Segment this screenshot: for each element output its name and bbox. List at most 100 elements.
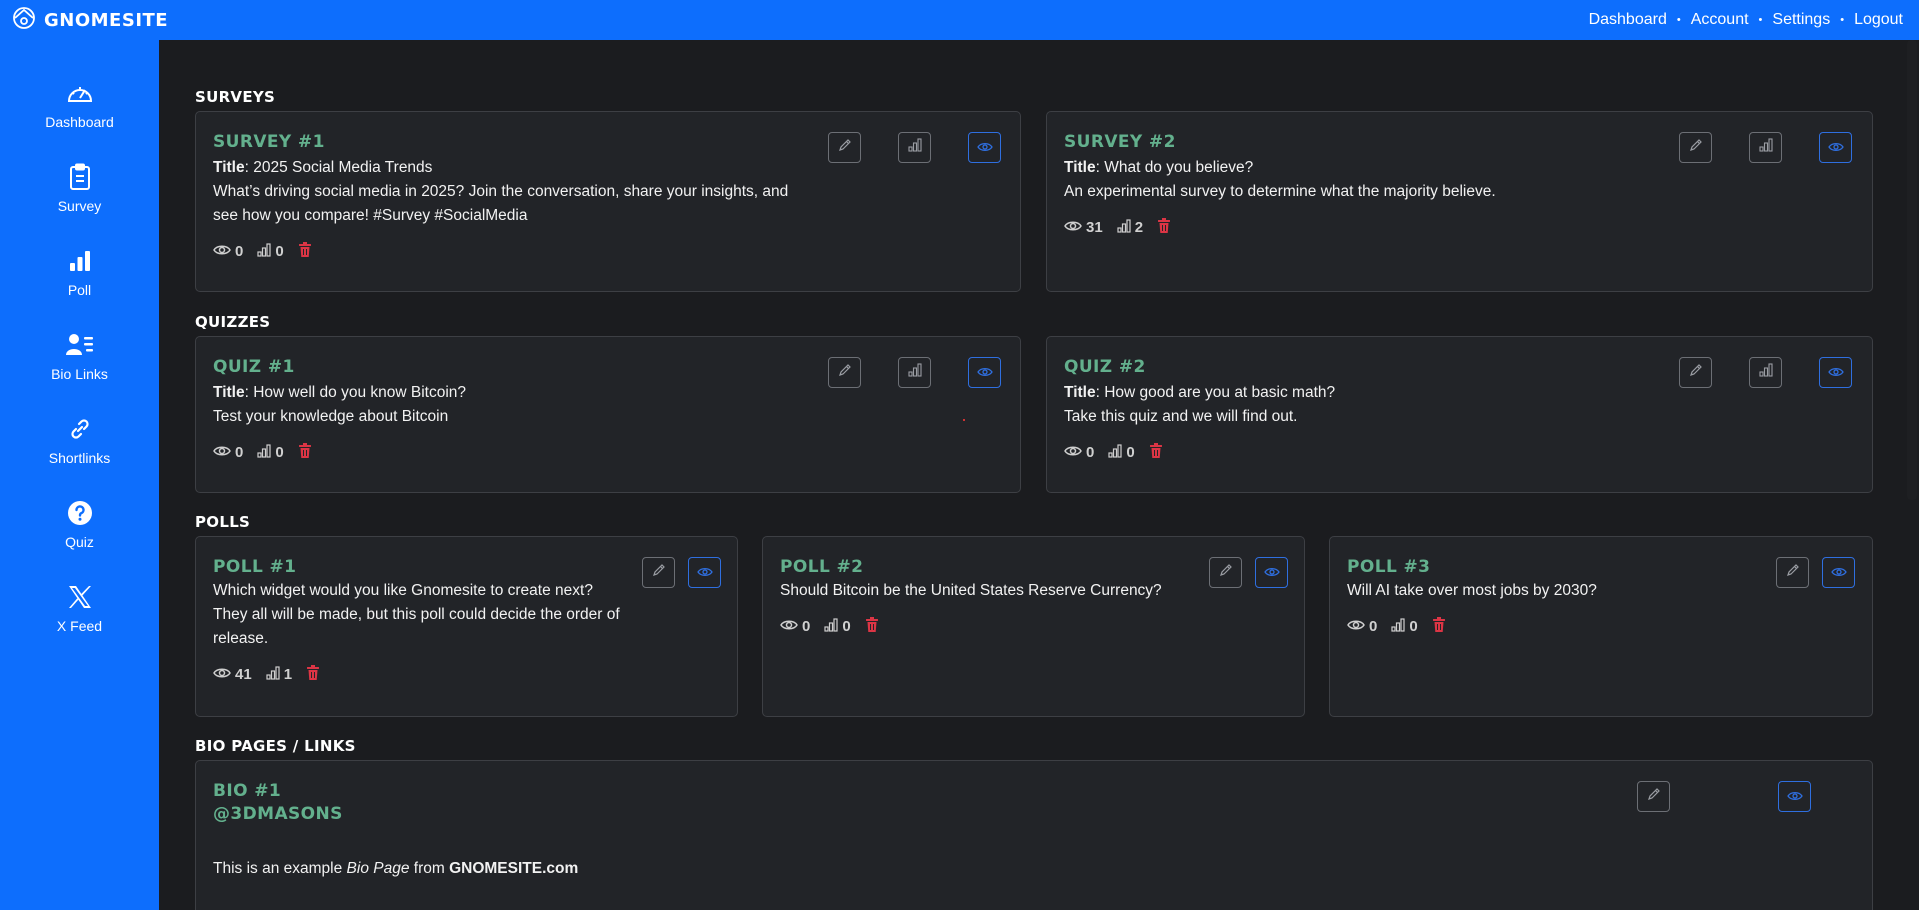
- sidebar-item-x-feed[interactable]: X Feed: [0, 582, 159, 666]
- survey-card: SURVEY #2 Title: What do you believe? An…: [1046, 111, 1873, 292]
- view-button[interactable]: [1778, 781, 1811, 812]
- title-value: : How well do you know Bitcoin?: [244, 384, 467, 401]
- pencil-icon: [1689, 138, 1703, 157]
- bio-text-emphasis: Bio Page: [346, 860, 410, 877]
- view-button[interactable]: [1255, 557, 1288, 588]
- view-button[interactable]: [968, 357, 1001, 388]
- eye-icon: [1064, 219, 1082, 236]
- person-lines-icon: [65, 330, 94, 360]
- views-count: 0: [802, 618, 811, 635]
- trash-icon[interactable]: [298, 443, 312, 462]
- poll-card: POLL #3 Will AI take over most jobs by 2…: [1329, 536, 1873, 717]
- responses-stat: 1: [266, 665, 293, 684]
- sidebar-item-label: Dashboard: [45, 114, 114, 130]
- sidebar: Dashboard Survey Poll Bio Links Shortlin…: [0, 40, 159, 910]
- edit-button[interactable]: [1679, 132, 1712, 163]
- brand[interactable]: GNOMESITE: [12, 6, 168, 35]
- view-button[interactable]: [1822, 557, 1855, 588]
- trash-icon[interactable]: [298, 242, 312, 261]
- trash-icon[interactable]: [306, 665, 320, 684]
- edit-button[interactable]: [828, 357, 861, 388]
- scrollbar-thumb[interactable]: [1907, 40, 1917, 500]
- title-label: Title: [1064, 159, 1096, 176]
- trash-icon[interactable]: [1432, 617, 1446, 636]
- edit-button[interactable]: [1637, 781, 1670, 812]
- pencil-icon: [838, 138, 852, 157]
- edit-button[interactable]: [1776, 557, 1809, 588]
- stats-button[interactable]: [1749, 357, 1782, 388]
- card-actions: [1209, 557, 1288, 588]
- card-description: An experimental survey to determine what…: [1064, 183, 1496, 200]
- eye-icon: [1064, 444, 1082, 461]
- nav-dashboard-link[interactable]: Dashboard: [1589, 11, 1667, 29]
- nav-logout-link[interactable]: Logout: [1854, 11, 1903, 29]
- card-stats: 0 0: [213, 443, 1003, 462]
- trash-icon[interactable]: [865, 617, 879, 636]
- card-actions: [828, 132, 1001, 163]
- sidebar-item-label: Quiz: [65, 534, 94, 550]
- sidebar-item-quiz[interactable]: Quiz: [0, 498, 159, 582]
- eye-icon: [976, 364, 993, 382]
- view-button[interactable]: [688, 557, 721, 588]
- section-title-quizzes: QUIZZES: [195, 313, 271, 331]
- responses-stat: 0: [257, 242, 284, 261]
- edit-button[interactable]: [1679, 357, 1712, 388]
- eye-icon: [1786, 788, 1803, 806]
- card-stats: 0 0: [780, 617, 1287, 636]
- top-nav-links: Dashboard • Account • Settings • Logout: [1589, 11, 1907, 29]
- view-button[interactable]: [1819, 357, 1852, 388]
- sidebar-item-dashboard[interactable]: Dashboard: [0, 78, 159, 162]
- bar-chart-icon: [68, 246, 92, 276]
- sidebar-item-shortlinks[interactable]: Shortlinks: [0, 414, 159, 498]
- edit-button[interactable]: [642, 557, 675, 588]
- sidebar-item-poll[interactable]: Poll: [0, 246, 159, 330]
- card-description: Take this quiz and we will find out.: [1064, 408, 1298, 425]
- stats-button[interactable]: [898, 357, 931, 388]
- section-title-polls: POLLS: [195, 513, 251, 531]
- pencil-icon: [1647, 787, 1661, 806]
- trash-icon[interactable]: [1149, 443, 1163, 462]
- responses-stat: 0: [1108, 443, 1135, 462]
- sidebar-item-survey[interactable]: Survey: [0, 162, 159, 246]
- view-button[interactable]: [1819, 132, 1852, 163]
- responses-stat: 0: [257, 443, 284, 462]
- nav-settings-link[interactable]: Settings: [1772, 11, 1830, 29]
- nav-account-link[interactable]: Account: [1691, 11, 1749, 29]
- link-icon: [69, 414, 91, 444]
- bar-chart-icon: [257, 242, 271, 261]
- stats-button[interactable]: [898, 132, 931, 163]
- sidebar-item-label: X Feed: [56, 618, 103, 634]
- views-stat: 0: [213, 444, 243, 461]
- card-description: Test your knowledge about Bitcoin: [213, 408, 449, 425]
- pencil-icon: [1219, 563, 1233, 582]
- card-actions: [1679, 132, 1852, 163]
- responses-count: 0: [1409, 618, 1418, 635]
- views-stat: 31: [1064, 219, 1103, 236]
- responses-count: 1: [283, 666, 293, 683]
- card-stats: 0 0: [1347, 617, 1855, 636]
- title-label: Title: [213, 159, 245, 176]
- survey-card: SURVEY #1 Title: 2025 Social Media Trend…: [195, 111, 1021, 292]
- title-label: Title: [213, 384, 245, 401]
- trash-icon[interactable]: [1157, 218, 1171, 237]
- edit-button[interactable]: [1209, 557, 1242, 588]
- card-actions: [1637, 781, 1811, 812]
- bio-card: BIO #1 @3DMASONS This is an example Bio …: [195, 760, 1873, 910]
- stats-button[interactable]: [1749, 132, 1782, 163]
- bar-chart-icon: [266, 665, 280, 684]
- edit-button[interactable]: [828, 132, 861, 163]
- views-stat: 0: [1064, 444, 1094, 461]
- main-content: SURVEYS SURVEY #1 Title: 2025 Social Med…: [159, 40, 1904, 910]
- responses-count: 0: [842, 618, 851, 635]
- bar-chart-icon: [1108, 443, 1122, 462]
- nav-separator: •: [1840, 14, 1845, 26]
- bar-chart-icon: [824, 617, 838, 636]
- brand-name: GNOMESITE: [44, 9, 169, 31]
- nav-separator: •: [1758, 14, 1763, 26]
- sidebar-item-bio-links[interactable]: Bio Links: [0, 330, 159, 414]
- view-button[interactable]: [968, 132, 1001, 163]
- card-stats: 0 0: [213, 242, 1003, 261]
- x-logo-icon: [67, 582, 93, 612]
- eye-icon: [1827, 364, 1844, 382]
- bio-text: This is an example: [213, 860, 347, 877]
